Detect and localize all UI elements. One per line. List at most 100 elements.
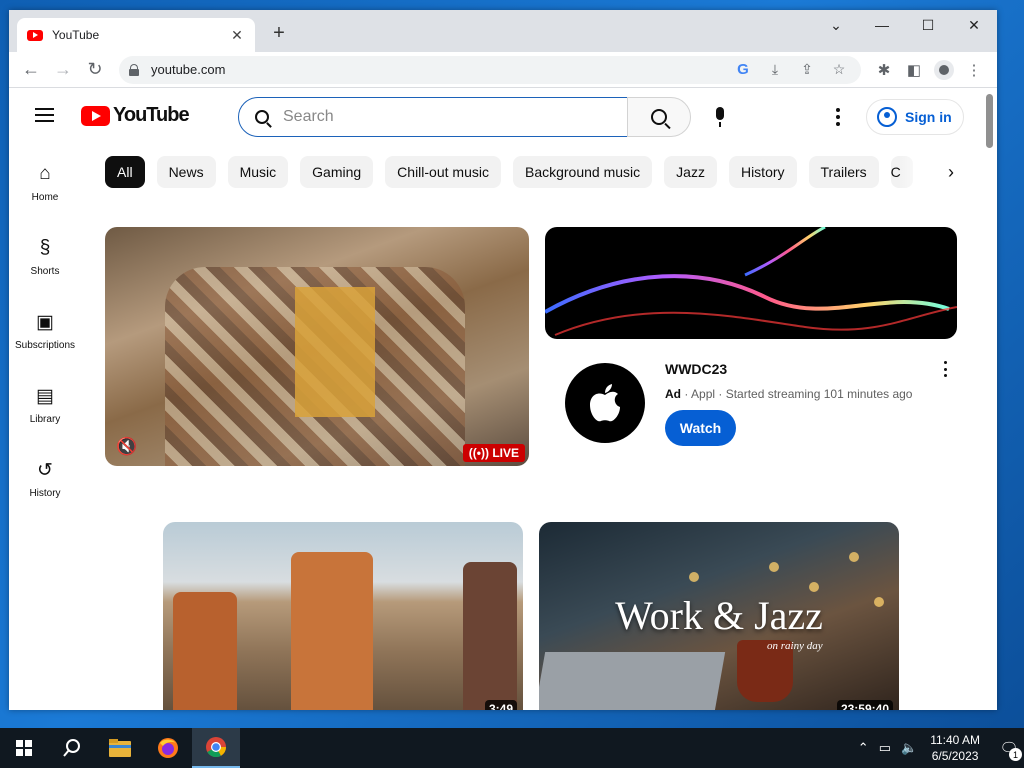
ad-more-icon[interactable]: [942, 361, 948, 377]
show-hidden-icons-chevron-icon[interactable]: ⌃: [858, 740, 869, 756]
search-button[interactable]: [627, 97, 691, 137]
youtube-favicon-icon: [27, 29, 43, 41]
taskbar-clock[interactable]: 11:40 AM 6/5/2023: [930, 732, 980, 764]
minimize-button[interactable]: —: [859, 10, 905, 40]
video-duration: 23:59:40: [836, 700, 893, 710]
tab-search-dropdown-icon[interactable]: ⌄: [813, 10, 859, 40]
bookmark-star-icon[interactable]: ☆: [827, 58, 851, 82]
tab-strip: YouTube ✕ + ⌄ — ☐ ✕: [9, 10, 997, 52]
nav-item-subscriptions[interactable]: ▣ Subscriptions: [9, 292, 81, 366]
clock-time: 11:40 AM: [930, 733, 980, 747]
video-thumbnail-western[interactable]: 3:49: [163, 522, 523, 710]
chip-jazz[interactable]: Jazz: [664, 156, 717, 188]
bokeh-light: [689, 572, 699, 582]
subscriptions-icon: ▣: [36, 311, 54, 333]
nav-item-library[interactable]: ▤ Library: [9, 366, 81, 440]
scrollbar-thumb[interactable]: [986, 94, 993, 148]
chip-all[interactable]: All: [105, 156, 145, 188]
search-input[interactable]: [283, 108, 583, 126]
video-thumbnail-work-jazz[interactable]: Work & Jazz on rainy day 23:59:40: [539, 522, 899, 710]
watch-button[interactable]: Watch: [665, 410, 736, 446]
nav-item-history[interactable]: ↺ History: [9, 440, 81, 514]
address-bar[interactable]: youtube.com G ⤓ ⇪ ☆: [119, 55, 861, 84]
chip-chill-out-music[interactable]: Chill-out music: [385, 156, 501, 188]
windows-logo-icon: [16, 740, 32, 756]
mute-icon[interactable]: 🔇: [115, 435, 139, 459]
nav-label: History: [29, 488, 61, 499]
apple-logo-icon[interactable]: [565, 363, 645, 443]
browser-toolbar: ← → ↻ youtube.com G ⤓ ⇪ ☆ ✱ ◧ ⋮: [9, 52, 997, 88]
side-nav: ⌂ Home § Shorts ▣ Subscriptions ▤ Librar…: [9, 144, 81, 514]
chip-music[interactable]: Music: [227, 156, 289, 188]
bokeh-light: [769, 562, 779, 572]
lock-icon[interactable]: [129, 64, 139, 76]
start-button[interactable]: [0, 728, 48, 768]
youtube-logo-text: YouTube: [113, 104, 190, 126]
chip-gaming[interactable]: Gaming: [300, 156, 374, 188]
back-arrow-icon[interactable]: ←: [17, 56, 45, 84]
toolbar-right: ✱ ◧ ⋮: [869, 56, 989, 84]
thumbnail-laptop: [539, 652, 726, 710]
sign-in-button[interactable]: Sign in: [866, 99, 964, 135]
taskbar-search-icon[interactable]: [48, 728, 96, 768]
tab-title: YouTube: [52, 28, 100, 42]
settings-more-icon[interactable]: [835, 108, 841, 126]
thumbnail-overlay-title: Work & Jazz: [615, 593, 823, 638]
chip-background-music[interactable]: Background music: [512, 156, 653, 188]
browser-menu-icon[interactable]: ⋮: [959, 56, 989, 84]
tab-close-icon[interactable]: ✕: [229, 27, 245, 44]
thumbnail-figure: [291, 552, 373, 710]
search-button-icon: [651, 109, 667, 125]
side-panel-icon[interactable]: ◧: [899, 56, 929, 84]
maximize-button[interactable]: ☐: [905, 10, 951, 40]
thumbnail-overlay-subtitle: on rainy day: [767, 640, 823, 652]
browser-window: YouTube ✕ + ⌄ — ☐ ✕ ← → ↻ youtube.com G …: [9, 10, 997, 710]
nav-label: Home: [31, 192, 59, 203]
chip-trailers[interactable]: Trailers: [808, 156, 879, 188]
video-duration: 3:49: [484, 700, 517, 710]
chrome-icon[interactable]: [192, 728, 240, 768]
share-icon[interactable]: ⇪: [795, 58, 819, 82]
search-box[interactable]: [238, 97, 628, 137]
thumbnail-figure: [463, 562, 517, 710]
tab-youtube[interactable]: YouTube ✕: [17, 18, 255, 52]
address-url[interactable]: youtube.com: [151, 62, 723, 77]
filter-chips: All News Music Gaming Chill-out music Ba…: [105, 156, 925, 188]
youtube-play-icon: [81, 105, 110, 126]
windows-taskbar: ⌃ ▭ 🔈 11:40 AM 6/5/2023 🗨 1: [0, 728, 1024, 768]
nav-label: Subscriptions: [14, 340, 76, 351]
sign-in-label: Sign in: [905, 109, 952, 125]
hamburger-menu-icon[interactable]: [35, 108, 54, 122]
wwdc-swoosh-graphic: [545, 227, 957, 336]
close-window-button[interactable]: ✕: [951, 10, 997, 40]
nav-label: Shorts: [30, 266, 60, 277]
new-tab-button[interactable]: +: [267, 22, 291, 45]
reload-icon[interactable]: ↻: [81, 56, 109, 84]
library-icon: ▤: [36, 385, 54, 407]
ad-title[interactable]: WWDC23: [665, 361, 727, 377]
ad-banner-image[interactable]: [545, 227, 957, 339]
ad-label: Ad: [665, 387, 681, 401]
nav-item-home[interactable]: ⌂ Home: [9, 144, 81, 218]
extensions-puzzle-icon[interactable]: ✱: [869, 56, 899, 84]
firefox-icon[interactable]: [144, 728, 192, 768]
bokeh-light: [809, 582, 819, 592]
notification-center-icon[interactable]: 🗨 1: [994, 733, 1024, 763]
live-video-thumbnail[interactable]: 🔇 ((•)) LIVE: [105, 227, 529, 466]
forward-arrow-icon[interactable]: →: [49, 56, 77, 84]
file-explorer-icon[interactable]: [96, 728, 144, 768]
google-lens-icon[interactable]: G: [731, 58, 755, 82]
youtube-logo[interactable]: YouTube: [81, 104, 190, 127]
microphone-icon[interactable]: [709, 105, 731, 129]
shorts-icon: §: [39, 237, 51, 258]
volume-muted-icon[interactable]: 🔈: [901, 740, 917, 756]
profile-avatar[interactable]: [929, 56, 959, 84]
page-scrollbar[interactable]: [983, 88, 997, 710]
network-icon[interactable]: ▭: [879, 740, 891, 756]
install-app-icon[interactable]: ⤓: [763, 58, 787, 82]
chip-history[interactable]: History: [728, 156, 797, 188]
chevron-right-icon[interactable]: ›: [939, 160, 963, 184]
search-icon: [255, 110, 269, 124]
chip-news[interactable]: News: [156, 156, 216, 188]
nav-item-shorts[interactable]: § Shorts: [9, 218, 81, 292]
